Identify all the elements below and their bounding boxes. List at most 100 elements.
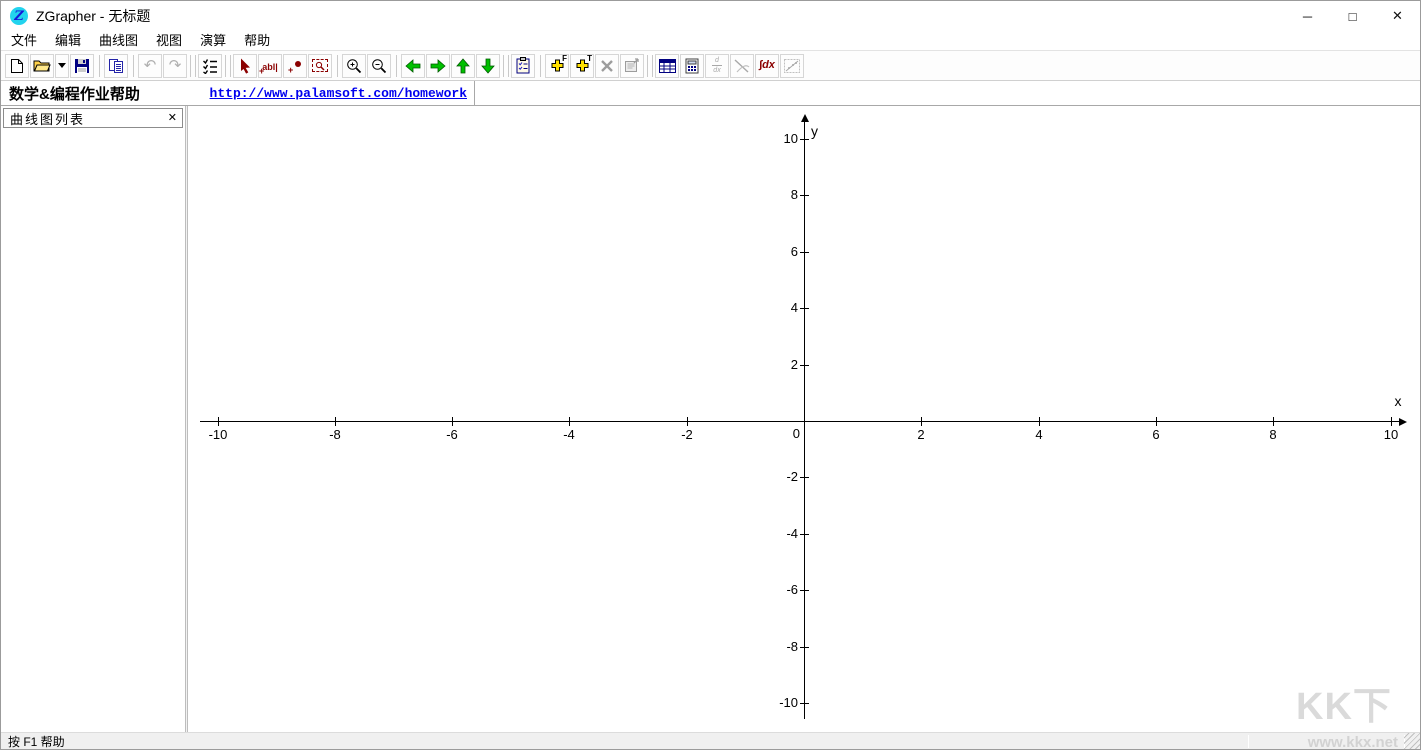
delete-curve-button[interactable] (595, 54, 619, 78)
x-tick-label: 10 (1373, 427, 1409, 442)
point-tool-button[interactable]: + (283, 54, 307, 78)
delete-x-icon (600, 59, 614, 73)
open-dropdown-button[interactable] (55, 54, 69, 78)
toolbar-separator (190, 55, 191, 77)
menu-view[interactable]: 视图 (147, 31, 191, 50)
open-file-button[interactable] (30, 54, 54, 78)
menu-edit[interactable]: 编辑 (46, 31, 90, 50)
arrow-down-icon (480, 58, 496, 74)
x-axis-arrow (1399, 418, 1407, 426)
menu-bar: 文件 编辑 曲线图 视图 演算 帮助 (1, 31, 1420, 51)
integral-button[interactable]: ∫dx (755, 54, 779, 78)
undo-icon: ↶ (144, 58, 157, 73)
app-icon[interactable]: Z (10, 7, 28, 25)
status-bar: 按 F1 帮助 www.kkx.net (1, 732, 1420, 749)
table-values-button[interactable] (655, 54, 679, 78)
zoom-in-icon (346, 58, 362, 74)
tangent-button[interactable] (730, 54, 754, 78)
x-tick-label: 6 (1138, 427, 1174, 442)
menu-graph[interactable]: 曲线图 (90, 31, 147, 50)
open-folder-icon (33, 59, 51, 73)
y-tick-label: -10 (768, 695, 798, 710)
new-file-button[interactable] (5, 54, 29, 78)
menu-calc[interactable]: 演算 (191, 31, 235, 50)
curve-list-button[interactable] (198, 54, 222, 78)
curve-list[interactable] (1, 128, 185, 732)
label-tool-icon: abl| + (261, 58, 279, 74)
add-function-button[interactable]: F (545, 54, 569, 78)
undo-button[interactable]: ↶ (138, 54, 162, 78)
derivative-button[interactable]: d dx (705, 54, 729, 78)
add-table-button[interactable]: T (570, 54, 594, 78)
x-tick-label: -10 (200, 427, 236, 442)
x-tick-label: -6 (434, 427, 470, 442)
curve-list-panel-title: 曲线图列表 (10, 109, 85, 128)
toolbar-separator (540, 55, 541, 77)
resize-grip[interactable] (1404, 733, 1420, 749)
y-axis-label: y (811, 123, 818, 139)
x-tick-label: 8 (1255, 427, 1291, 442)
x-tick (335, 417, 336, 426)
x-tick (218, 417, 219, 426)
save-button[interactable] (70, 54, 94, 78)
derivative-icon: d dx (712, 57, 722, 74)
curve-list-panel: 曲线图列表 ✕ (1, 106, 185, 732)
pan-up-button[interactable] (451, 54, 475, 78)
x-tick (1273, 417, 1274, 426)
maximize-button[interactable]: □ (1330, 1, 1375, 31)
panel-close-icon[interactable]: ✕ (168, 113, 177, 124)
toolbar-separator (230, 55, 231, 77)
ad-banner-left: 数学&编程作业帮助 http://www.palamsoft.com/homew… (1, 81, 475, 105)
y-tick-label: -2 (768, 469, 798, 484)
regression-button[interactable] (780, 54, 804, 78)
x-tick-label: 2 (903, 427, 939, 442)
zoom-out-button[interactable] (367, 54, 391, 78)
pan-down-button[interactable] (476, 54, 500, 78)
ad-banner-link[interactable]: http://www.palamsoft.com/homework (210, 86, 467, 101)
minimize-button[interactable]: ─ (1285, 1, 1330, 31)
toolbar-separator (647, 55, 648, 77)
plot-area[interactable]: KK下载 xy-10-8-6-4-2246810-10-8-6-4-224681… (188, 106, 1420, 732)
toolbar-separator (337, 55, 338, 77)
x-tick (921, 417, 922, 426)
menu-help[interactable]: 帮助 (235, 31, 279, 50)
y-tick-label: 4 (768, 300, 798, 315)
zoom-region-button[interactable] (308, 54, 332, 78)
watermark-logo: KK下载 (1296, 675, 1420, 732)
select-tool-button[interactable] (233, 54, 257, 78)
arrow-up-icon (455, 58, 471, 74)
y-tick-label: 10 (768, 131, 798, 146)
pan-left-button[interactable] (401, 54, 425, 78)
zoom-in-button[interactable] (342, 54, 366, 78)
curve-properties-button[interactable] (620, 54, 644, 78)
checklist-icon (202, 58, 218, 74)
y-axis-arrow (801, 114, 809, 122)
calculator-button[interactable] (680, 54, 704, 78)
point-tool-icon: + (288, 59, 302, 73)
regression-icon (784, 59, 800, 73)
arrow-left-icon (405, 58, 421, 74)
zoom-region-icon (312, 59, 328, 72)
graph-properties-button[interactable] (511, 54, 535, 78)
status-help-text: 按 F1 帮助 (8, 733, 65, 750)
redo-button[interactable]: ↷ (163, 54, 187, 78)
x-tick (1156, 417, 1157, 426)
x-tick (569, 417, 570, 426)
add-function-badge: F (562, 55, 567, 63)
calculator-icon (685, 58, 699, 74)
y-tick (800, 308, 809, 309)
x-tick (452, 417, 453, 426)
tangent-line-icon (734, 59, 750, 73)
toolbar: ↶ ↷ abl| + (1, 51, 1420, 81)
y-tick (800, 703, 809, 704)
statusbar-divider (1248, 735, 1249, 748)
label-tool-button[interactable]: abl| + (258, 54, 282, 78)
pan-right-button[interactable] (426, 54, 450, 78)
copy-button[interactable] (104, 54, 128, 78)
integral-icon: ∫dx (759, 60, 775, 71)
close-button[interactable]: ✕ (1375, 1, 1420, 31)
toolbar-separator (503, 55, 504, 77)
menu-file[interactable]: 文件 (2, 31, 46, 50)
title-bar: Z ZGrapher - 无标题 ─ □ ✕ (1, 1, 1420, 31)
y-tick-label: -6 (768, 582, 798, 597)
